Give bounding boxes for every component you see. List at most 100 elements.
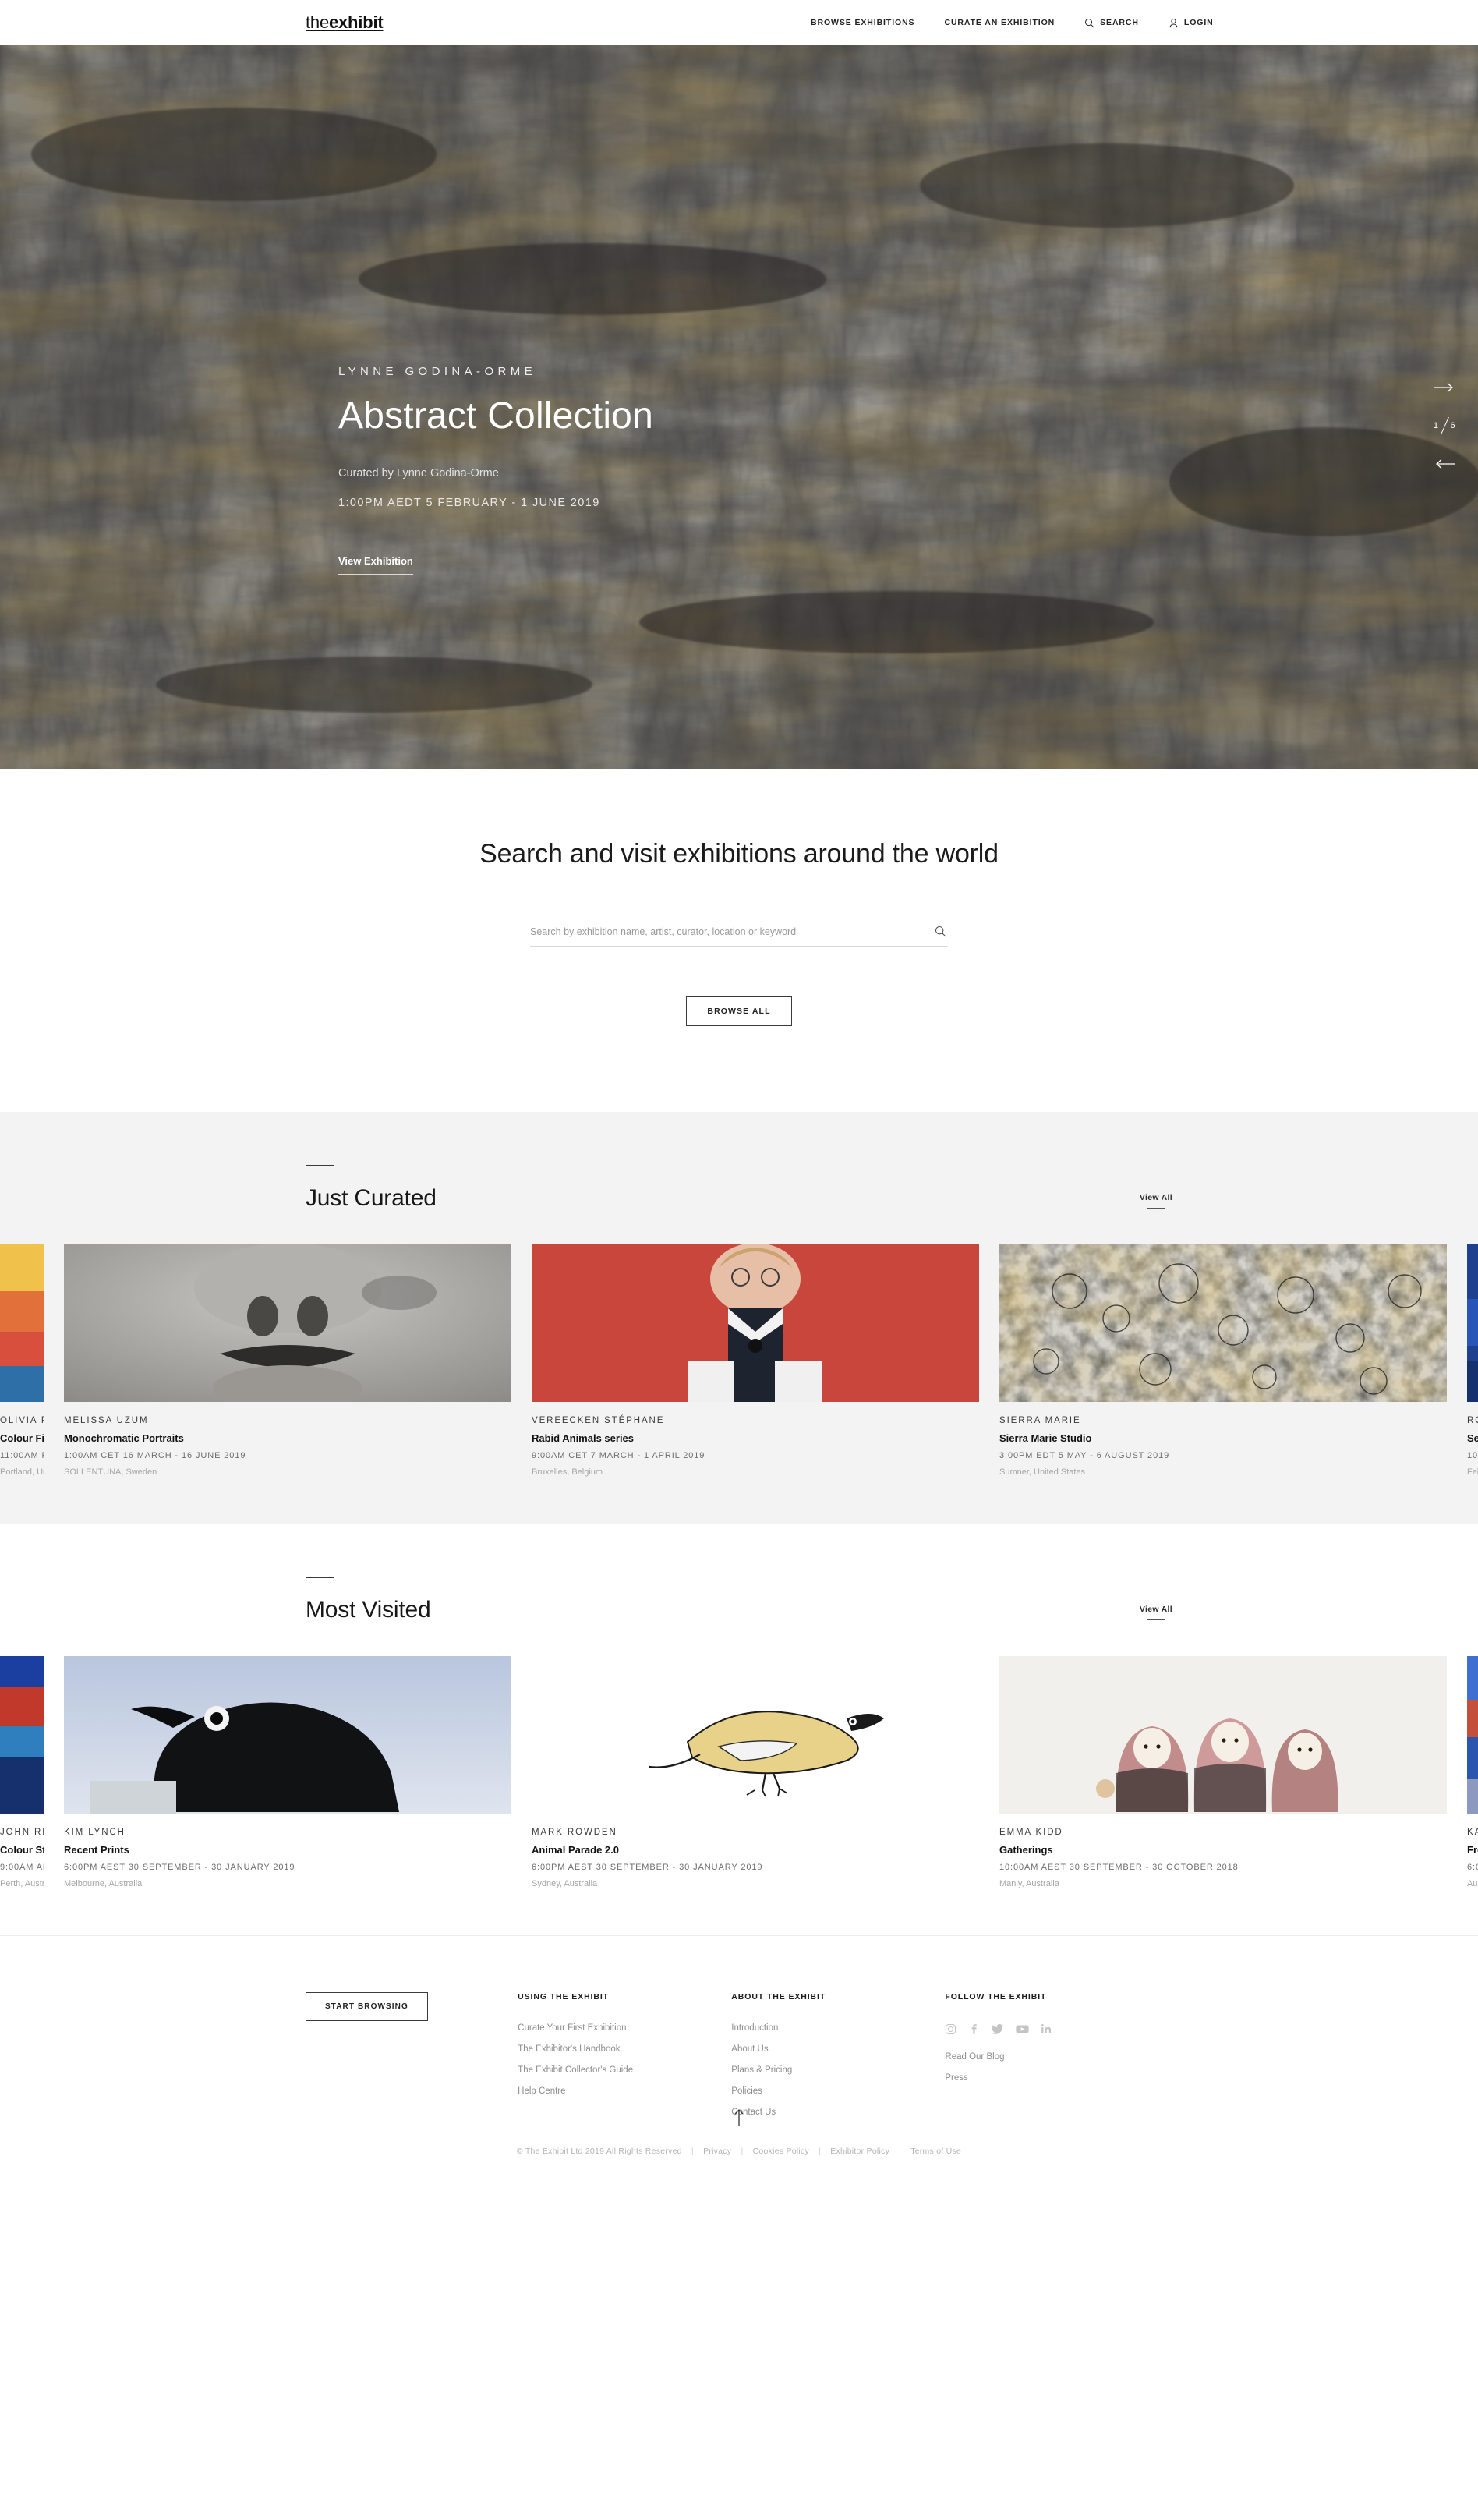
card-meta: KATHY Fresh 6:00PM Auckland, <box>1467 1814 1478 1888</box>
exhibition-card[interactable]: KIM LYNCH Recent Prints 6:00PM AEST 30 S… <box>64 1656 511 1888</box>
card-dates: 6:00PM <box>1467 1863 1478 1872</box>
card-artist: JOHN REED <box>0 1828 44 1837</box>
footer-link-about-us[interactable]: About Us <box>731 2044 945 2054</box>
facebook-icon[interactable] <box>968 2023 980 2035</box>
footer-link-exhibitors-handbook[interactable]: The Exhibitor's Handbook <box>518 2044 731 2054</box>
legal-link-terms-of-use[interactable]: Terms of Use <box>910 2147 961 2156</box>
card-meta: EMMA KIDD Gatherings 10:00AM AEST 30 SEP… <box>999 1814 1447 1888</box>
footer-link-read-our-blog[interactable]: Read Our Blog <box>945 2052 1172 2062</box>
exhibition-card[interactable]: MELISSA UZUM Monochromatic Portraits 1:0… <box>64 1244 511 1477</box>
nav-login[interactable]: LOGIN <box>1169 18 1214 28</box>
card-location: Sumner, United States <box>999 1467 1086 1477</box>
scroll-to-top-button[interactable] <box>734 2109 744 2126</box>
footer-follow-heading: FOLLOW THE EXHIBIT <box>945 1992 1047 2001</box>
nav-search-label: SEARCH <box>1100 18 1139 27</box>
card-location: Manly, Australia <box>999 1879 1059 1888</box>
search-icon <box>1084 18 1094 28</box>
site-header: theexhibit BROWSE EXHIBITIONS CURATE AN … <box>0 0 1478 45</box>
hero-dim-overlay <box>0 45 1478 769</box>
card-meta: ROZI B Seeds 10:00AM Felanitx, S <box>1467 1402 1478 1477</box>
card-dates: 9:00AM CET 7 MARCH - 1 APRIL 2019 <box>532 1451 705 1460</box>
nav-search[interactable]: SEARCH <box>1084 18 1139 28</box>
copyright-text: © The Exhibit Ltd 2019 All Rights Reserv… <box>516 2147 682 2156</box>
footer-link-collectors-guide[interactable]: The Exhibit Collector's Guide <box>518 2065 731 2075</box>
view-all-underline <box>1147 1208 1165 1209</box>
hero-slide-total: 6 <box>1450 421 1456 430</box>
nav-browse-exhibitions[interactable]: BROWSE EXHIBITIONS <box>811 18 914 27</box>
nav-curate-an-exhibition[interactable]: CURATE AN EXHIBITION <box>944 18 1055 27</box>
card-meta: MARK ROWDEN Animal Parade 2.0 6:00PM AES… <box>532 1814 979 1888</box>
hero-prev-arrow-button[interactable] <box>1431 455 1458 472</box>
card-artist: OLIVIA PARK <box>0 1416 44 1425</box>
search-box[interactable] <box>530 926 948 947</box>
card-thumbnail <box>0 1656 44 1814</box>
card-artist: EMMA KIDD <box>999 1828 1063 1837</box>
hero-next-arrow-button[interactable] <box>1431 379 1458 396</box>
youtube-icon[interactable] <box>1016 2023 1030 2035</box>
footer-link-policies[interactable]: Policies <box>731 2086 945 2096</box>
legal-bar: © The Exhibit Ltd 2019 All Rights Reserv… <box>0 2147 1478 2156</box>
just-curated-header: Just Curated View All <box>0 1165 1478 1212</box>
card-meta: JOHN REED Colour Study 9:00AM AEST 1 JUL… <box>0 1814 44 1888</box>
footer-link-curate-first[interactable]: Curate Your First Exhibition <box>518 2023 731 2033</box>
exhibition-card[interactable]: OLIVIA PARK Colour Fields 11:00AM PST 2 … <box>0 1244 44 1477</box>
search-input[interactable] <box>530 926 933 937</box>
view-all-label: View All <box>1139 1605 1172 1614</box>
hero-slide-current: 1 <box>1433 421 1439 430</box>
search-icon <box>935 926 946 940</box>
logo-text-light: the <box>306 12 329 32</box>
card-meta: MELISSA UZUM Monochromatic Portraits 1:0… <box>64 1402 511 1477</box>
exhibition-card[interactable]: JOHN REED Colour Study 9:00AM AEST 1 JUL… <box>0 1656 44 1888</box>
instagram-icon[interactable] <box>945 2023 956 2035</box>
card-location: Bruxelles, Belgium <box>532 1467 603 1477</box>
hero-slider-controls: 1 6 <box>1431 379 1458 472</box>
card-artist: VEREECKEN STÉPHANE <box>532 1416 665 1425</box>
site-footer: START BROWSING USING THE EXHIBIT Curate … <box>0 1935 1478 2214</box>
card-thumbnail <box>64 1244 511 1402</box>
search-section: Search and visit exhibitions around the … <box>0 769 1478 1112</box>
most-visited-view-all-link[interactable]: View All <box>1140 1605 1172 1620</box>
card-location: SOLLENTUNA, Sweden <box>64 1467 157 1477</box>
exhibition-card[interactable]: ROZI B Seeds 10:00AM Felanitx, S <box>1467 1244 1478 1477</box>
just-curated-view-all-link[interactable]: View All <box>1140 1193 1172 1209</box>
just-curated-carousel[interactable]: OLIVIA PARK Colour Fields 11:00AM PST 2 … <box>0 1244 1478 1477</box>
card-thumbnail <box>0 1244 44 1402</box>
view-all-underline <box>1147 1619 1165 1620</box>
most-visited-carousel[interactable]: JOHN REED Colour Study 9:00AM AEST 1 JUL… <box>0 1656 1478 1888</box>
footer-using-heading: USING THE EXHIBIT <box>518 1992 609 2001</box>
footer-link-help-centre[interactable]: Help Centre <box>518 2086 731 2096</box>
card-location: Felanitx, S <box>1467 1467 1478 1477</box>
footer-link-introduction[interactable]: Introduction <box>731 2023 945 2033</box>
site-logo[interactable]: theexhibit <box>306 12 384 33</box>
legal-separator: | <box>819 2147 822 2156</box>
exhibition-card[interactable]: SIERRA MARIE Sierra Marie Studio 3:00PM … <box>999 1244 1447 1477</box>
social-links-row <box>945 2023 1172 2035</box>
exhibition-card[interactable]: EMMA KIDD Gatherings 10:00AM AEST 30 SEP… <box>999 1656 1447 1888</box>
legal-link-exhibitor-policy[interactable]: Exhibitor Policy <box>830 2147 889 2156</box>
card-artist: KATHY <box>1467 1828 1478 1837</box>
browse-all-button[interactable]: BROWSE ALL <box>686 996 792 1026</box>
just-curated-section: Just Curated View All OLIVIA PARK Colour… <box>0 1112 1478 1524</box>
exhibition-card[interactable]: MARK ROWDEN Animal Parade 2.0 6:00PM AES… <box>532 1656 979 1888</box>
card-location: Portland, United States <box>0 1467 44 1477</box>
start-browsing-button[interactable]: START BROWSING <box>306 1992 428 2021</box>
card-exhibition-name: Sierra Marie Studio <box>999 1432 1092 1444</box>
hero-carousel[interactable]: LYNNE GODINA-ORME Abstract Collection Cu… <box>0 45 1478 769</box>
footer-link-contact-us[interactable]: Contact Us <box>731 2108 945 2117</box>
footer-link-plans-pricing[interactable]: Plans & Pricing <box>731 2065 945 2075</box>
card-dates: 6:00PM AEST 30 SEPTEMBER - 30 JANUARY 20… <box>532 1863 763 1872</box>
linkedin-icon[interactable] <box>1041 2023 1052 2035</box>
footer-link-press[interactable]: Press <box>945 2073 1172 2083</box>
legal-link-cookies-policy[interactable]: Cookies Policy <box>753 2147 809 2156</box>
card-location: Melbourne, Australia <box>64 1879 143 1888</box>
card-artist: ROZI B <box>1467 1416 1478 1425</box>
exhibition-card[interactable]: KATHY Fresh 6:00PM Auckland, <box>1467 1656 1478 1888</box>
card-thumbnail <box>64 1656 511 1814</box>
legal-link-privacy[interactable]: Privacy <box>703 2147 731 2156</box>
search-submit-button[interactable] <box>933 926 948 937</box>
hero-view-exhibition-link[interactable]: View Exhibition <box>338 555 413 575</box>
nav-login-label: LOGIN <box>1183 18 1214 27</box>
logo-text-bold: exhibit <box>328 12 384 32</box>
twitter-icon[interactable] <box>992 2023 1004 2035</box>
exhibition-card[interactable]: VEREECKEN STÉPHANE Rabid Animals series … <box>532 1244 979 1477</box>
